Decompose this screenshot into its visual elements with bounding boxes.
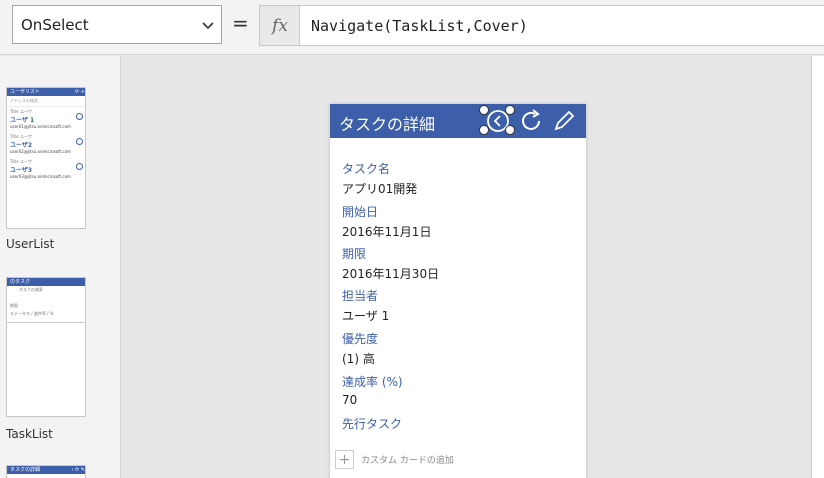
field-predecessor[interactable]: 先行タスク [342, 415, 402, 435]
chevron-right-icon [76, 113, 83, 120]
chevron-right-icon [76, 163, 83, 170]
field-value: アプリ01開発 [342, 182, 418, 196]
thumbnail-header: タスクの詳細 ‹ ⟳ ✎ [7, 466, 85, 474]
field-label: 担当者 [342, 289, 379, 303]
field-label: タスク名 [342, 162, 391, 176]
thumbnail-header: のタスク [7, 278, 85, 286]
thumbnail-label: UserList [6, 237, 55, 251]
property-value: OnSelect [21, 15, 89, 34]
list-item: Title ユーザ ユーザ 1 user01@jitsu.onmicrosoft… [7, 107, 85, 132]
refresh-icon[interactable] [518, 108, 544, 134]
thumbnail-title: ユーザリスト [10, 89, 40, 95]
chevron-right-icon [76, 138, 83, 145]
thumbnail-label: TaskList [6, 427, 53, 441]
add-card-label: カスタム カードの追加 [361, 456, 454, 466]
list-item: Title ユーザ ユーザ2 user02@jitsu.onmicrosoft.… [7, 132, 85, 157]
screen-title: タスクの詳細 [339, 115, 436, 134]
chevron-down-icon [202, 22, 214, 30]
plus-icon: + [335, 450, 354, 469]
thumbnail-header: ユーザリスト ⟳ + [7, 88, 85, 96]
field-value: ユーザ 1 [342, 309, 390, 323]
field-due-date[interactable]: 期限 2016年11月30日 [342, 245, 439, 282]
selection-handle[interactable] [505, 125, 515, 135]
thumbnail-search: アドレスの検索 [7, 96, 85, 107]
field-progress[interactable]: 達成率 (%) 70 [342, 373, 403, 407]
properties-panel [811, 56, 824, 478]
list-item: Title ユーザ ユーザ3 user03@jitsu.onmicrosoft.… [7, 157, 85, 182]
add-custom-card-button[interactable]: + カスタム カードの追加 [335, 450, 454, 469]
selection-handle[interactable] [505, 105, 515, 115]
thumbnail-title: のタスク [10, 279, 31, 285]
formula-bar: OnSelect = fx Navigate(TaskList,Cover) [0, 0, 824, 55]
thumbnail-title: タスクの詳細 [10, 467, 41, 473]
divider [7, 322, 85, 323]
field-task-name[interactable]: タスク名 アプリ01開発 [342, 160, 417, 197]
item-mail: user01@jitsu.onmicrosoft.com [10, 124, 71, 129]
item-mail: user02@jitsu.onmicrosoft.com [10, 149, 71, 154]
item-name: ユーザ2 [10, 142, 33, 149]
field-priority[interactable]: 優先度 (1) 高 [342, 330, 378, 367]
field-label: 期限 [342, 247, 367, 261]
formula-input[interactable]: Navigate(TaskList,Cover) [299, 5, 824, 46]
field-label: 達成率 (%) [342, 375, 403, 389]
equals-sign: = [232, 11, 249, 35]
field-value: (1) 高 [342, 352, 375, 366]
field-value: 2016年11月30日 [342, 267, 440, 281]
thumbnail-text: 期限 [10, 303, 18, 308]
selection-handle[interactable] [479, 105, 489, 115]
field-value: 70 [342, 393, 358, 407]
thumbnail-text: ステータス / 進捗率 / % [10, 311, 54, 316]
selection-handle[interactable] [479, 125, 489, 135]
field-label: 先行タスク [342, 417, 403, 431]
field-label: 優先度 [342, 332, 379, 346]
screen-thumbnail-userlist[interactable]: ユーザリスト ⟳ + アドレスの検索 Title ユーザ ユーザ 1 user0… [6, 87, 86, 229]
screen-thumbnail-taskdetail[interactable]: タスクの詳細 ‹ ⟳ ✎ [6, 465, 86, 478]
task-detail-screen: タスクの詳細 タスク名 アプリ01開発 開始日 2016年11月1日 期限 20… [330, 104, 586, 478]
item-mail: user03@jitsu.onmicrosoft.com [10, 174, 71, 179]
item-name: ユーザ 1 [10, 117, 35, 124]
field-assignee[interactable]: 担当者 ユーザ 1 [342, 287, 389, 324]
field-start-date[interactable]: 開始日 2016年11月1日 [342, 203, 431, 240]
property-dropdown[interactable]: OnSelect [12, 5, 222, 44]
thumbnail-text: タスクの検索 [19, 287, 43, 292]
screen-header: タスクの詳細 [330, 104, 586, 138]
screens-panel: ユーザリスト ⟳ + アドレスの検索 Title ユーザ ユーザ 1 user0… [0, 56, 121, 478]
item-name: ユーザ3 [10, 167, 33, 174]
fx-icon[interactable]: fx [259, 5, 300, 46]
thumbnail-icons: ‹ ⟳ ✎ [71, 467, 85, 473]
field-value: 2016年11月1日 [342, 225, 432, 239]
field-label: 開始日 [342, 205, 379, 219]
edit-icon[interactable] [551, 108, 577, 134]
screen-thumbnail-tasklist[interactable]: のタスク タスクの検索 期限 ステータス / 進捗率 / % [6, 277, 86, 417]
refresh-icon: ⟳ + [75, 89, 85, 95]
